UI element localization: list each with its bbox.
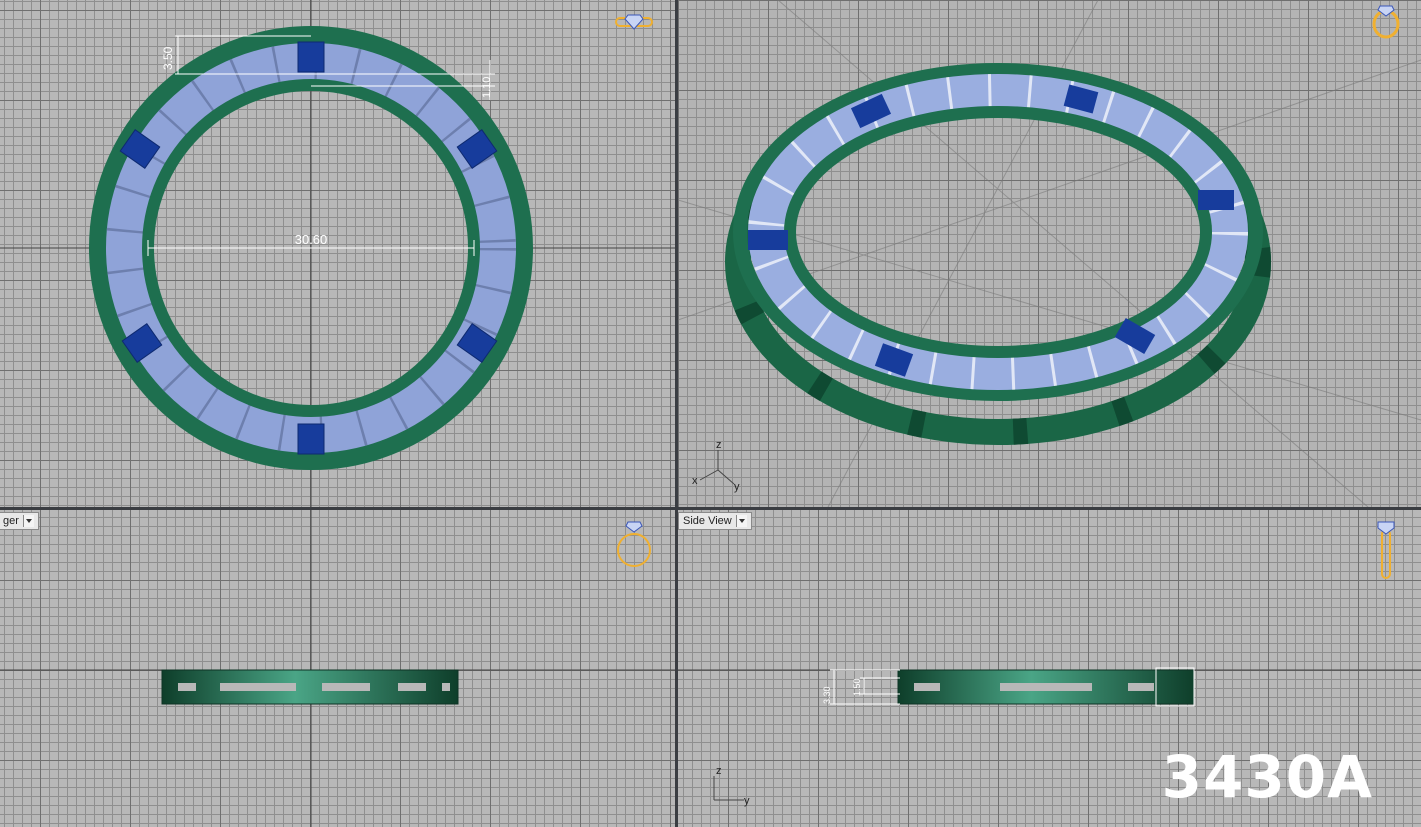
top-view-canvas: 3.50 1.10 30.60 bbox=[0, 0, 675, 507]
thickness-dimension: 3.50 bbox=[161, 46, 175, 70]
ring-side-icon[interactable] bbox=[1377, 521, 1395, 579]
side-height-dimension: 3.30 bbox=[822, 686, 832, 704]
model-code-watermark: 3430A bbox=[1161, 743, 1373, 811]
front-view-canvas bbox=[0, 510, 675, 827]
dark-stone bbox=[297, 423, 325, 455]
width-dimension: 1.10 bbox=[481, 77, 493, 98]
z-axis-label: z bbox=[716, 765, 722, 777]
ring-perspective-icon[interactable] bbox=[1372, 5, 1400, 39]
dark-stone bbox=[297, 41, 325, 73]
inner-diameter-dimension: 30.60 bbox=[295, 232, 328, 247]
front-viewport[interactable]: ger bbox=[0, 510, 675, 827]
perspective-stone-channel bbox=[748, 74, 1248, 390]
perspective-inner-rim bbox=[784, 106, 1212, 358]
perspective-axis-indicator: z x y bbox=[692, 439, 740, 493]
z-axis-label: z bbox=[716, 439, 722, 451]
x-axis-label: x bbox=[692, 475, 698, 487]
perspective-canvas: z x y bbox=[678, 0, 1421, 507]
y-axis-label: y bbox=[734, 481, 740, 493]
ring-front-icon[interactable] bbox=[617, 521, 651, 567]
y-axis-label: y bbox=[744, 795, 750, 807]
top-viewport[interactable]: 3.50 1.10 30.60 bbox=[0, 0, 675, 507]
side-viewport[interactable]: Side View 3.30 1.50 z y 3430A bbox=[678, 510, 1421, 827]
side-inner-dimension: 1.50 bbox=[852, 678, 862, 696]
gem-view-icon[interactable] bbox=[615, 14, 653, 30]
side-axis-indicator: z y bbox=[713, 765, 750, 807]
perspective-viewport[interactable]: z x y bbox=[678, 0, 1421, 507]
outer-top-rim bbox=[733, 63, 1263, 401]
